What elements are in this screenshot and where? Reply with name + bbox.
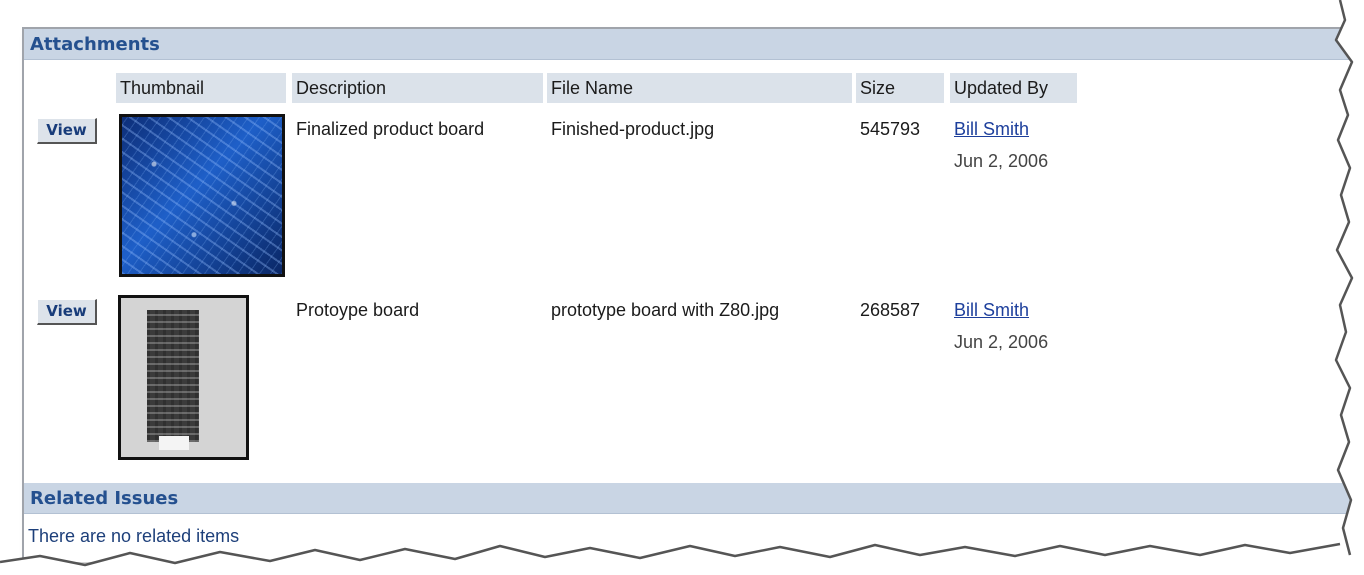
updated-date: Jun 2, 2006 — [954, 151, 1049, 171]
board-image — [147, 310, 199, 442]
attachment-thumbnail[interactable] — [119, 114, 285, 277]
column-header-updated-by: Updated By — [950, 73, 1077, 103]
attachment-description: Finalized product board — [296, 119, 485, 139]
attachment-thumbnail[interactable] — [118, 295, 249, 460]
updated-by-link[interactable]: Bill Smith — [954, 300, 1029, 321]
attachment-description: Protoype board — [296, 300, 420, 320]
attachments-panel: Attachments Thumbnail Description File N… — [22, 27, 1354, 562]
attachment-size: 545793 — [860, 119, 921, 139]
view-button[interactable]: View — [37, 299, 97, 325]
related-issues-title: Related Issues — [30, 488, 179, 509]
attachment-size: 268587 — [860, 300, 921, 320]
view-button[interactable]: View — [37, 118, 97, 144]
updated-by-link[interactable]: Bill Smith — [954, 119, 1029, 140]
updated-date: Jun 2, 2006 — [954, 332, 1049, 352]
column-header-size: Size — [856, 73, 944, 103]
column-header-description: Description — [292, 73, 543, 103]
board-label — [159, 436, 189, 450]
column-header-thumbnail: Thumbnail — [116, 73, 286, 103]
attachment-file-name: Finished-product.jpg — [551, 119, 715, 139]
attachments-section-header: Attachments — [24, 29, 1354, 60]
attachments-title: Attachments — [30, 34, 160, 55]
related-issues-section-header: Related Issues — [24, 483, 1354, 514]
attachment-file-name: prototype board with Z80.jpg — [551, 300, 780, 320]
related-issues-empty-text: There are no related items — [28, 526, 240, 546]
column-header-file-name: File Name — [547, 73, 852, 103]
